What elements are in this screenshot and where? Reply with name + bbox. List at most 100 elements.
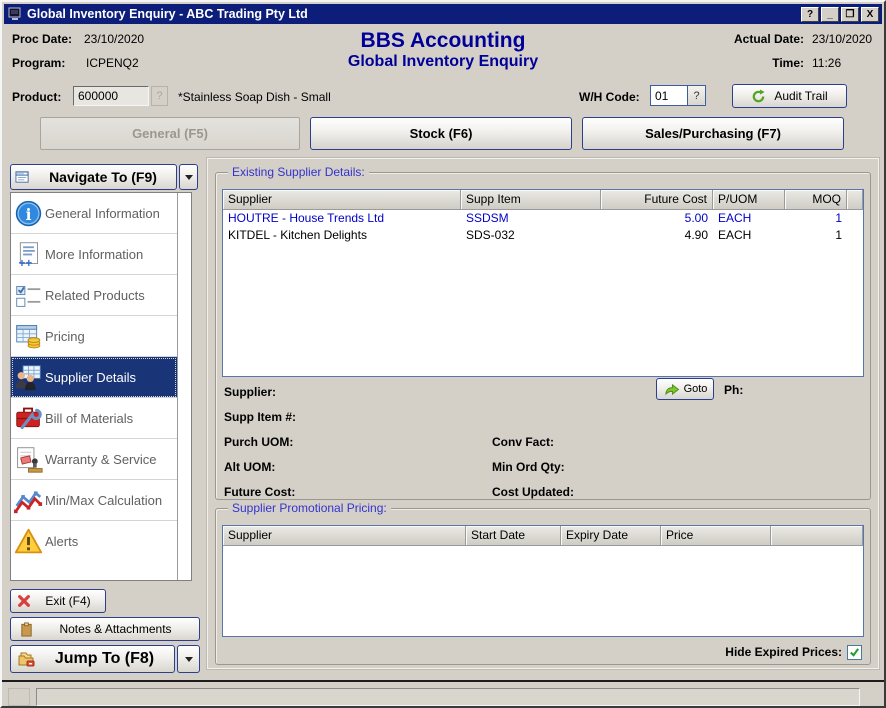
form-icon: [15, 170, 30, 185]
warranty-service-icon: [11, 445, 45, 474]
goto-button[interactable]: Goto: [656, 378, 714, 400]
supplier-row-kitdel[interactable]: KITDEL - Kitchen Delights SDS-032 4.90 E…: [223, 227, 863, 244]
minimize-button[interactable]: _: [821, 7, 839, 22]
titlebar: Global Inventory Enquiry - ABC Trading P…: [4, 4, 882, 24]
promo-pricing-group: Supplier Promotional Pricing: Supplier S…: [215, 508, 871, 665]
alt-uom-field-label: Alt UOM:: [224, 460, 275, 474]
status-bar: [36, 688, 860, 706]
sidebar-item-general-information[interactable]: i General Information: [11, 193, 177, 234]
supp-item-field-label: Supp Item #:: [224, 410, 296, 424]
jump-dropdown-button[interactable]: [177, 645, 200, 673]
product-label: Product:: [12, 90, 61, 104]
navigate-to-label: Navigate To (F9): [34, 169, 172, 185]
product-input[interactable]: [73, 86, 149, 106]
related-products-icon: [11, 281, 45, 310]
status-stub: [8, 688, 30, 706]
audit-trail-icon: [751, 89, 766, 104]
sidebar-item-alerts[interactable]: Alerts: [11, 521, 177, 562]
column-p-uom: P/UOM: [713, 190, 785, 210]
goto-arrow-icon: [663, 383, 680, 396]
audit-trail-button[interactable]: Audit Trail: [732, 84, 847, 108]
wh-code-input[interactable]: [651, 86, 687, 105]
notes-attachments-label: Notes & Attachments: [40, 622, 191, 636]
window-title: Global Inventory Enquiry - ABC Trading P…: [27, 7, 799, 21]
navigation-items: i General Information ++ More Informatio…: [11, 193, 178, 580]
time-label: Time:: [722, 56, 804, 70]
app-window: Global Inventory Enquiry - ABC Trading P…: [0, 0, 886, 708]
navigate-to-button[interactable]: Navigate To (F9): [10, 164, 177, 190]
maximize-button[interactable]: ❐: [841, 7, 859, 22]
clipboard-icon: [19, 622, 34, 637]
tab-stock[interactable]: Stock (F6): [310, 117, 572, 150]
jump-to-button[interactable]: Jump To (F8): [10, 645, 175, 673]
column-moq: MOQ: [785, 190, 847, 210]
wh-code-group: ?: [650, 85, 706, 106]
chevron-down-icon: [185, 657, 193, 662]
ph-label: Ph:: [724, 383, 743, 397]
existing-supplier-details-group: Existing Supplier Details: Supplier Supp…: [215, 172, 871, 500]
sidebar-item-warranty-service[interactable]: Warranty & Service: [11, 439, 177, 480]
help-button[interactable]: ?: [801, 7, 819, 22]
supplier-row-houtre[interactable]: HOUTRE - House Trends Ltd SSDSM 5.00 EAC…: [223, 210, 863, 227]
sidebar-item-supplier-details[interactable]: Supplier Details: [11, 357, 177, 398]
notes-attachments-button[interactable]: Notes & Attachments: [10, 617, 200, 641]
sidebar-item-more-information[interactable]: ++ More Information: [11, 234, 177, 275]
time-value: 11:26: [812, 56, 841, 70]
goto-label: Goto: [684, 383, 708, 395]
future-cost-field-label: Future Cost:: [224, 485, 295, 499]
hide-expired-checkbox[interactable]: [847, 645, 862, 660]
supplier-details-icon: [11, 363, 45, 392]
navigate-dropdown-button[interactable]: [179, 164, 198, 190]
cost-updated-field-label: Cost Updated:: [492, 485, 574, 499]
exit-label: Exit (F4): [37, 594, 99, 608]
promo-grid: Supplier Start Date Expiry Date Price: [222, 525, 864, 637]
jump-to-label: Jump To (F8): [41, 650, 168, 668]
sidebar-item-min-max-calculation[interactable]: Min/Max Calculation: [11, 480, 177, 521]
wh-code-lookup-button[interactable]: ?: [687, 86, 705, 105]
more-info-icon: ++: [11, 240, 45, 269]
check-icon: [849, 647, 860, 658]
navigation-list: i General Information ++ More Informatio…: [10, 192, 192, 581]
min-max-icon: [11, 486, 45, 515]
audit-trail-label: Audit Trail: [774, 89, 827, 103]
status-separator: [2, 680, 884, 682]
promo-pricing-title: Supplier Promotional Pricing:: [228, 501, 391, 515]
sidebar-item-bill-of-materials[interactable]: Bill of Materials: [11, 398, 177, 439]
exit-icon: [17, 594, 31, 608]
wh-code-label: W/H Code:: [579, 90, 640, 104]
min-ord-qty-field-label: Min Ord Qty:: [492, 460, 565, 474]
sidebar-item-related-products[interactable]: Related Products: [11, 275, 177, 316]
alerts-icon: [11, 527, 45, 556]
actual-date-label: Actual Date:: [722, 32, 804, 46]
column-supplier: Supplier: [223, 190, 461, 210]
column-supp-item: Supp Item: [461, 190, 601, 210]
supplier-grid-header: Supplier Supp Item Future Cost P/UOM MOQ: [223, 190, 863, 210]
supplier-grid: Supplier Supp Item Future Cost P/UOM MOQ…: [222, 189, 864, 377]
chevron-down-icon: [185, 175, 193, 180]
column-filler: [847, 190, 863, 210]
product-lookup-button: ?: [151, 86, 168, 106]
product-description: *Stainless Soap Dish - Small: [178, 90, 331, 104]
app-icon: [7, 6, 23, 22]
tab-general: General (F5): [40, 117, 300, 150]
column-promo-filler: [771, 526, 863, 546]
tab-sales-purchasing[interactable]: Sales/Purchasing (F7): [582, 117, 844, 150]
exit-button[interactable]: Exit (F4): [10, 589, 106, 613]
column-price: Price: [661, 526, 771, 546]
svg-text:++: ++: [18, 257, 32, 269]
hide-expired-label: Hide Expired Prices:: [725, 645, 842, 659]
close-button[interactable]: X: [861, 7, 879, 22]
supplier-field-label: Supplier:: [224, 385, 276, 399]
pricing-icon: [11, 322, 45, 351]
column-promo-supplier: Supplier: [223, 526, 466, 546]
bill-of-materials-icon: [11, 404, 45, 433]
main-panel: Existing Supplier Details: Supplier Supp…: [207, 158, 879, 669]
column-future-cost: Future Cost: [601, 190, 713, 210]
existing-supplier-details-title: Existing Supplier Details:: [228, 165, 369, 179]
svg-text:i: i: [25, 205, 31, 223]
sidebar-item-pricing[interactable]: Pricing: [11, 316, 177, 357]
column-start-date: Start Date: [466, 526, 561, 546]
conv-fact-field-label: Conv Fact:: [492, 435, 554, 449]
folders-icon: [17, 651, 35, 667]
promo-grid-header: Supplier Start Date Expiry Date Price: [223, 526, 863, 546]
